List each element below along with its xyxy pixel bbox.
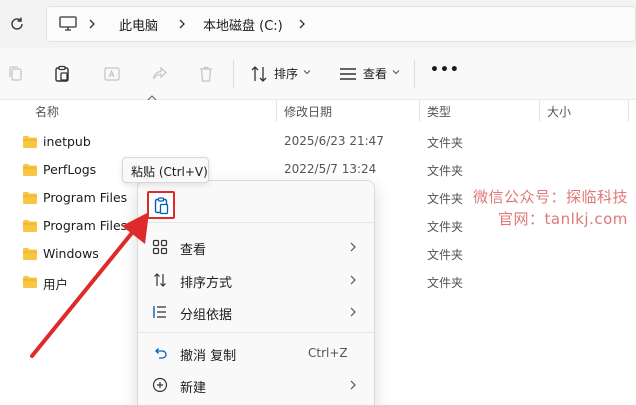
menu-item-label: 排序方式 [180,276,233,291]
copy-icon[interactable] [6,64,26,84]
toolbar-divider [414,60,415,88]
share-icon[interactable] [150,64,170,84]
column-header-name[interactable]: 名称 [35,103,59,120]
menu-item-label: 撤消 复制 [180,349,237,364]
file-name: Windows [43,246,99,261]
file-date: 2025/6/23 21:47 [284,134,384,148]
file-name: Program Files (x [43,218,144,233]
chevron-right-icon [350,275,356,285]
chevron-right-icon[interactable] [297,16,307,32]
context-menu-quick-actions [138,181,374,223]
column-header-type[interactable]: 类型 [427,103,451,120]
folder-icon [23,248,37,260]
command-bar: 排序 查看 ••• [0,48,636,100]
file-type: 文件夹 [427,136,464,150]
chevron-down-icon[interactable] [303,68,311,76]
paste-tooltip: 粘贴 (Ctrl+V) [122,157,209,183]
chevron-right-icon[interactable] [87,16,97,32]
column-divider[interactable] [539,100,540,122]
menu-item-group-by[interactable]: 分组依据 [138,296,374,328]
chevron-right-icon [350,242,356,252]
sort-button[interactable]: 排序 [274,65,298,82]
menu-item-label: 新建 [180,381,207,396]
file-name: PerfLogs [43,162,97,177]
sort-icon[interactable] [249,64,269,84]
paste-button[interactable] [147,191,175,219]
column-header-size[interactable]: 大小 [547,103,571,120]
menu-item-sort-by[interactable]: 排序方式 [138,264,374,296]
more-options-button[interactable]: ••• [430,62,460,78]
file-name: inetpub [43,134,91,149]
column-divider[interactable] [276,100,277,122]
folder-icon [23,220,37,232]
file-type: 文件夹 [427,276,464,290]
toolbar-divider [233,60,234,88]
folder-icon [23,164,37,176]
rename-icon[interactable] [102,64,122,84]
menu-item-view[interactable]: 查看 [138,231,374,263]
column-header-row: 名称 修改日期 类型 大小 [0,100,636,122]
address-bar-area: 此电脑 本地磁盘 (C:) [0,0,636,48]
folder-icon [23,192,37,204]
file-name: Program Files [43,190,128,205]
menu-divider [138,332,374,333]
tooltip-text: 粘贴 (Ctrl+V) [131,165,208,179]
folder-icon [23,276,37,288]
address-bar[interactable]: 此电脑 本地磁盘 (C:) [46,6,636,42]
breadcrumb-this-pc[interactable]: 此电脑 [119,15,158,34]
undo-icon [155,348,167,359]
file-date: 2022/5/7 13:24 [284,162,377,176]
menu-item-new[interactable]: 新建 [138,369,374,401]
paste-icon [154,197,169,215]
watermark-line-1: 微信公众号：探临科技 [473,188,629,206]
view-button[interactable]: 查看 [363,65,387,82]
group-list-icon [153,306,166,318]
add-circle-icon [152,377,168,393]
column-header-date[interactable]: 修改日期 [284,103,332,120]
refresh-icon[interactable] [8,15,26,33]
menu-item-label: 分组依据 [180,308,233,323]
column-divider[interactable] [628,100,629,122]
column-divider[interactable] [419,100,420,122]
file-row[interactable]: inetpub 2025/6/23 21:47 文件夹 [0,128,636,156]
chevron-right-icon [350,307,356,317]
paste-icon[interactable] [52,64,72,84]
chevron-down-icon[interactable] [392,68,400,76]
watermark-line-2: 官网：tanlkj.com [498,210,628,228]
file-name: 用户 [43,277,69,292]
folder-icon [23,136,37,148]
delete-icon[interactable] [196,64,216,84]
context-menu: 查看 排序方式 分组依据 撤消 复制 Ctrl+Z 新建 [137,180,375,405]
breadcrumb-local-disk[interactable]: 本地磁盘 (C:) [203,15,283,34]
view-icon[interactable] [338,64,358,84]
menu-item-shortcut: Ctrl+Z [308,346,348,360]
sort-icon [154,273,166,287]
file-type: 文件夹 [427,192,464,206]
grid-icon [152,239,168,255]
menu-item-undo-copy[interactable]: 撤消 复制 Ctrl+Z [138,337,374,369]
menu-item-label: 查看 [180,243,207,258]
file-type: 文件夹 [427,220,464,234]
file-type: 文件夹 [427,164,464,178]
file-type: 文件夹 [427,248,464,262]
computer-icon [59,16,77,31]
chevron-right-icon [350,380,356,390]
chevron-right-icon[interactable] [177,16,187,32]
